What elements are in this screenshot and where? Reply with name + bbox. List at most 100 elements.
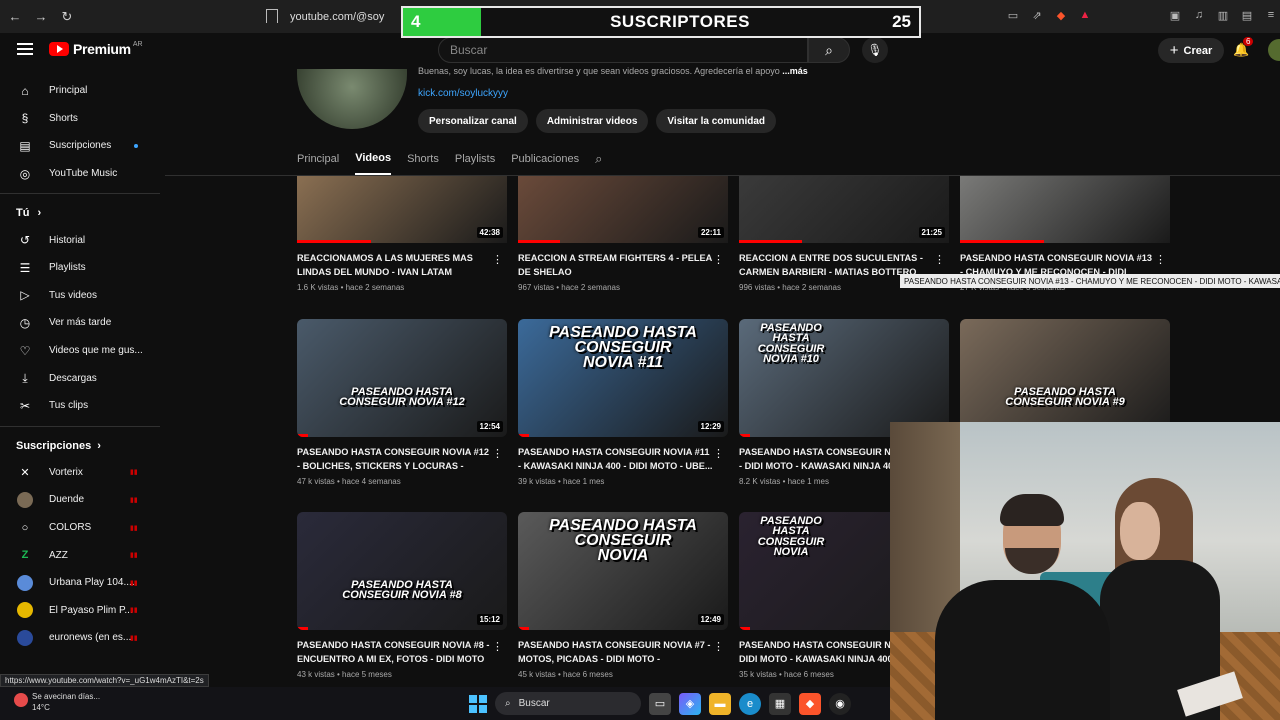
sidebar-item-watch-later[interactable]: ◷ Ver más tarde [0,309,160,337]
store-icon[interactable]: ▦ [769,692,791,715]
tab-publicaciones[interactable]: Publicaciones [511,143,579,175]
sidebar-item-home[interactable]: ⌂ Principal [0,77,160,105]
cast-icon[interactable]: ▭ [1004,6,1022,24]
more-options-icon[interactable]: ⋮ [1155,253,1166,266]
create-button[interactable]: + Crear [1158,38,1224,63]
more-options-icon[interactable]: ⋮ [492,447,503,460]
more-options-icon[interactable]: ⋮ [492,640,503,653]
channel-link[interactable]: kick.com/soyluckyyy [418,88,508,99]
task-view-icon[interactable]: ▭ [649,692,671,715]
more-options-icon[interactable]: ⋮ [492,253,503,266]
sidebar-item-history[interactable]: ↺ Historial [0,226,160,254]
video-thumbnail[interactable]: 22:11 [518,176,728,243]
video-thumbnail[interactable]: 42:38 [297,176,507,243]
share-icon[interactable]: ⇗ [1028,6,1046,24]
file-explorer-icon[interactable]: ▬ [709,692,731,715]
brave-icon[interactable]: ◆ [799,692,821,715]
playlists-icon: ☰ [19,260,31,275]
tab-playlists[interactable]: Playlists [455,143,495,175]
obs-icon[interactable]: ◉ [829,692,851,715]
brave-shield-icon[interactable]: ◆ [1052,6,1070,24]
weather-widget[interactable]: Se avecinan días... 14°C [14,691,100,713]
taskbar-search[interactable]: ⌕ Buscar [495,692,641,715]
copilot-icon[interactable]: ◈ [679,692,701,715]
search-button[interactable]: ⌕ [808,37,850,63]
video-card[interactable]: PASEANDO HASTA CONSEGUIR NOVIA 12:49 ⋮ PASE… [518,512,728,679]
channel-search-icon[interactable]: ⌕ [595,151,602,167]
visit-community-button[interactable]: Visitar la comunidad [656,109,777,133]
video-thumbnail[interactable]: PASEANDO HASTA CONSEGUIR NOVIA 12:49 [518,512,728,630]
subscription-channel[interactable]: euronews (en es... ▮▮ [0,624,160,652]
sidebar-subscriptions-heading[interactable]: Suscripciones › [0,433,160,459]
sidebar-item-download[interactable]: ⤓ Descargas [0,364,160,392]
video-title[interactable]: REACCIONAMOS A LAS MUJERES MAS LINDAS DE… [297,252,492,279]
video-title[interactable]: PASEANDO HASTA CONSEGUIR NOVIA #12 - BOL… [297,446,492,473]
address-bar[interactable]: youtube.com/@soy [290,6,410,28]
video-card[interactable]: PASEANDO HASTA CONSEGUIR NOVIA #8 15:12 ⋮ P… [297,512,507,679]
tab-videos[interactable]: Videos [355,143,392,175]
customize-channel-button[interactable]: Personalizar canal [418,109,528,133]
video-card[interactable]: 42:38 ⋮ REACCIONAMOS A LAS MUJERES MAS LIN… [297,176,507,292]
wallet-icon[interactable]: ▤ [1238,6,1256,24]
video-card[interactable]: 22:11 ⋮ REACCION A STREAM FIGHTERS 4 - PEL… [518,176,728,292]
chevron-right-icon: › [97,439,101,452]
more-link[interactable]: ...más [782,66,808,76]
manage-videos-button[interactable]: Administrar videos [535,109,649,133]
video-thumbnail[interactable]: PASEANDO HASTA CONSEGUIR NOVIA #10 [739,319,949,437]
video-thumbnail[interactable]: PASEANDO HASTA CONSEGUIR NOVIA #9 [960,319,1170,437]
sidebar-you-heading[interactable]: Tú › [0,200,160,226]
subscription-channel[interactable]: Urbana Play 104.... ▮▮ [0,569,160,597]
windows-start-icon[interactable] [469,694,487,713]
watch-progress-bar [518,240,560,243]
subscription-channel[interactable]: ✕ Vorterix ▮▮ [0,459,160,487]
video-thumbnail[interactable]: PASEANDO HASTA CONSEGUIR NOVIA #11 12:29 [518,319,728,437]
reload-icon[interactable]: ↻ [56,6,78,28]
media-icon[interactable]: ♫ [1190,6,1208,24]
sidebar-item-your-videos[interactable]: ▷ Tus videos [0,282,160,310]
subscription-channel[interactable]: ○ COLORS ▮▮ [0,514,160,542]
more-options-icon[interactable]: ⋮ [713,447,724,460]
video-card[interactable]: PASEANDO HASTA CONSEGUIR NOVIA #12 12:54 ⋮… [297,319,507,486]
youtube-logo[interactable]: Premium AR [49,41,143,57]
more-options-icon[interactable]: ⋮ [934,253,945,266]
shorts-icon: § [21,111,29,126]
tab-principal[interactable]: Principal [297,143,339,175]
subscription-channel[interactable]: Z AZZ ▮▮ [0,541,160,569]
video-thumbnail[interactable] [960,176,1170,243]
brave-rewards-icon[interactable]: ▲ [1076,6,1094,24]
video-title[interactable]: PASEANDO HASTA CONSEGUIR NOVIA #8 - ENCU… [297,639,492,666]
split-view-icon[interactable]: ▥ [1214,6,1232,24]
video-thumbnail[interactable]: PASEANDO HASTA CONSEGUIR NOVIA #12 12:54 [297,319,507,437]
more-options-icon[interactable]: ⋮ [713,253,724,266]
sidebar-item-subscriptions[interactable]: ▤ Suscripciones [0,132,160,160]
more-options-icon[interactable]: ⋮ [713,640,724,653]
menu-icon[interactable]: ≡ [1262,6,1280,24]
subscription-channel[interactable]: Duende ▮▮ [0,486,160,514]
video-title[interactable]: PASEANDO HASTA CONSEGUIR NOVIA #7 - MOTO… [518,639,713,666]
video-thumbnail[interactable]: PASEANDO HASTA CONSEGUIR NOVIA #8 15:12 [297,512,507,630]
menu-icon[interactable] [17,43,33,55]
video-thumbnail[interactable]: 21:25 [739,176,949,243]
account-avatar[interactable] [1268,39,1280,61]
sidebar-item-music[interactable]: ◎ YouTube Music [0,160,160,188]
sidebar-item-clips[interactable]: ✂ Tus clips [0,392,160,420]
back-icon[interactable]: ← [4,6,26,28]
tab-shorts[interactable]: Shorts [407,143,439,175]
channel-avatar[interactable] [297,69,407,129]
voice-search-button[interactable]: 🎙 [862,37,888,63]
sidebar-item-liked[interactable]: ♡ Videos que me gus... [0,337,160,365]
edge-icon[interactable]: e [739,692,761,715]
sidebar-item-shorts[interactable]: § Shorts [0,105,160,133]
search-input[interactable]: Buscar [438,37,808,63]
thumbnail-overlay-text: PASEANDO HASTA CONSEGUIR NOVIA #11 [549,324,697,372]
subscription-channel[interactable]: El Payaso Plim P... ▮▮ [0,597,160,625]
forward-icon[interactable]: → [30,6,52,28]
sidebar-toggle-icon[interactable]: ▣ [1166,6,1184,24]
youtube-play-icon [49,42,69,56]
sidebar-item-playlists[interactable]: ☰ Playlists [0,254,160,282]
video-title[interactable]: REACCION A STREAM FIGHTERS 4 - PELEA DE … [518,252,713,279]
bookmark-icon[interactable] [266,9,278,23]
video-card[interactable]: PASEANDO HASTA CONSEGUIR NOVIA #11 12:29 ⋮… [518,319,728,486]
video-title[interactable]: PASEANDO HASTA CONSEGUIR NOVIA #11 - KAW… [518,446,713,473]
subscriptions-heading-label: Suscripciones [16,439,92,452]
